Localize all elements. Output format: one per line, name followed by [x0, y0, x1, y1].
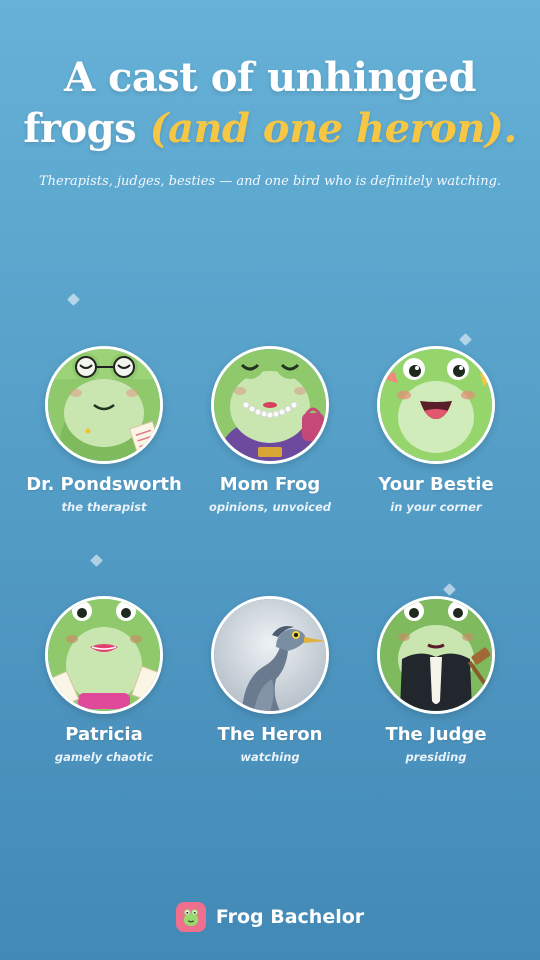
headline-accent-text: (and one heron). — [149, 105, 518, 152]
sparkle-decoration — [443, 583, 456, 596]
character-name: Mom Frog — [219, 474, 321, 495]
character-avatar — [211, 346, 329, 464]
patricia-frog-icon — [48, 599, 160, 711]
character-avatar — [377, 596, 495, 714]
sparkle-decoration — [459, 333, 472, 346]
page-subtitle: Therapists, judges, besties — and one bi… — [38, 174, 502, 189]
character-name: Your Bestie — [378, 474, 494, 495]
character-role: in your corner — [390, 500, 482, 514]
brand-name: Frog Bachelor — [215, 906, 365, 928]
character-card-your-bestie: Your Bestie in your corner — [346, 346, 526, 514]
bestie-frog-icon — [380, 349, 492, 461]
character-card-mom-frog: Mom Frog opinions, unvoiced — [180, 346, 360, 514]
sparkle-decoration — [67, 293, 80, 306]
therapist-frog-icon — [48, 349, 160, 461]
character-card-the-judge: The Judge presiding — [346, 596, 526, 764]
character-avatar — [45, 346, 163, 464]
brand-footer: Frog Bachelor — [0, 902, 540, 932]
character-role: opinions, unvoiced — [208, 500, 332, 514]
headline-plain-text: frogs — [23, 105, 150, 152]
character-card-the-heron: The Heron watching — [180, 596, 360, 764]
character-role: gamely chaotic — [54, 750, 154, 764]
heron-icon — [214, 599, 326, 711]
page-headline: A cast of unhinged frogs (and one heron)… — [0, 52, 540, 154]
character-name: Patricia — [65, 724, 143, 745]
character-role: watching — [240, 750, 300, 764]
character-card-patricia: Patricia gamely chaotic — [14, 596, 194, 764]
headline-line-1: A cast of unhinged — [64, 54, 476, 101]
character-role: the therapist — [61, 500, 147, 514]
character-name: The Judge — [385, 724, 487, 745]
character-name: Dr. Pondsworth — [26, 474, 182, 495]
character-avatar — [377, 346, 495, 464]
character-role: presiding — [405, 750, 467, 764]
character-avatar — [45, 596, 163, 714]
headline-line-2: frogs (and one heron). — [0, 103, 540, 154]
mom-frog-icon — [214, 349, 326, 461]
judge-frog-icon — [380, 599, 492, 711]
sparkle-decoration — [90, 554, 103, 567]
character-avatar — [211, 596, 329, 714]
frog-logo-icon — [175, 902, 206, 932]
character-name: The Heron — [217, 724, 323, 745]
character-card-dr-pondsworth: Dr. Pondsworth the therapist — [14, 346, 194, 514]
